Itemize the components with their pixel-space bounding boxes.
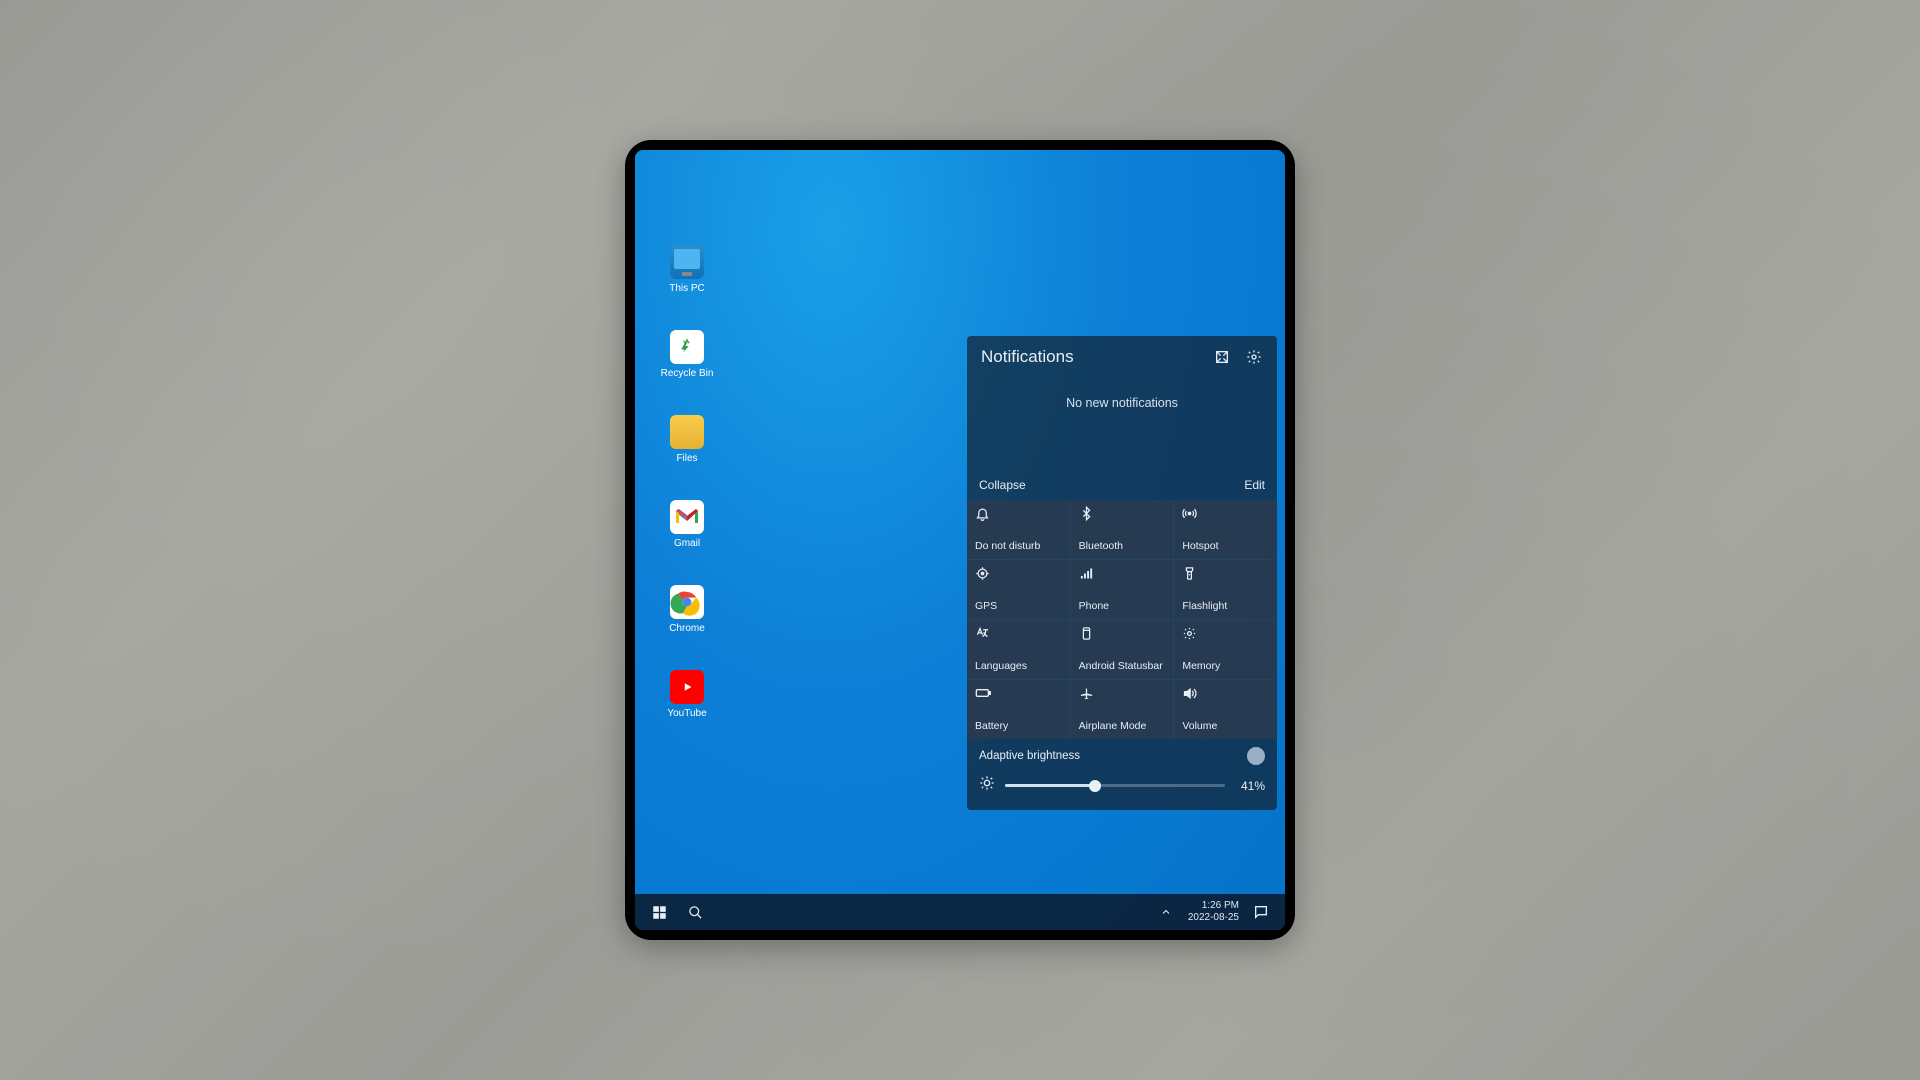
signal-icon bbox=[1079, 566, 1166, 584]
slider-thumb[interactable] bbox=[1089, 780, 1101, 792]
desktop-icon-this-pc[interactable]: This PC bbox=[669, 245, 705, 294]
youtube-icon bbox=[670, 670, 704, 704]
bluetooth-icon bbox=[1079, 506, 1166, 524]
panel-title: Notifications bbox=[981, 347, 1201, 367]
tray-chevron-up-icon[interactable] bbox=[1148, 894, 1184, 930]
taskbar-date: 2022-08-25 bbox=[1188, 912, 1239, 924]
airplane-icon bbox=[1079, 686, 1166, 704]
desktop-icon-label: Files bbox=[676, 453, 697, 464]
chrome-icon bbox=[670, 585, 704, 619]
tile-label: Languages bbox=[975, 661, 1062, 673]
expand-icon[interactable] bbox=[1211, 346, 1233, 368]
tile-label: Volume bbox=[1182, 721, 1269, 733]
tile-volume[interactable]: Volume bbox=[1174, 680, 1277, 739]
tile-label: Hotspot bbox=[1182, 541, 1269, 553]
search-button[interactable] bbox=[677, 894, 713, 930]
desktop-icon-chrome[interactable]: Chrome bbox=[669, 585, 705, 634]
tile-flashlight[interactable]: Flashlight bbox=[1174, 560, 1277, 619]
tile-label: Battery bbox=[975, 721, 1062, 733]
battery-icon bbox=[975, 686, 1062, 704]
tile-gps[interactable]: GPS bbox=[967, 560, 1070, 619]
taskbar: 1:26 PM 2022-08-25 bbox=[635, 894, 1285, 930]
desktop-icons: This PC Recycle Bin Files bbox=[657, 245, 717, 719]
tile-label: Android Statusbar bbox=[1079, 661, 1166, 673]
action-center-button[interactable] bbox=[1243, 894, 1279, 930]
flashlight-icon bbox=[1182, 566, 1269, 584]
tile-do-not-disturb[interactable]: Do not disturb bbox=[967, 500, 1070, 559]
statusbar-icon bbox=[1079, 626, 1166, 644]
tile-label: Bluetooth bbox=[1079, 541, 1166, 553]
recycle-icon bbox=[670, 330, 704, 364]
tile-label: GPS bbox=[975, 601, 1062, 613]
desktop-icon-label: This PC bbox=[669, 283, 705, 294]
desktop-icon-label: Gmail bbox=[674, 538, 700, 549]
action-center-panel: Notifications No new notifications Colla… bbox=[967, 336, 1277, 810]
panel-action-bar: Collapse Edit bbox=[967, 470, 1277, 500]
tile-label: Phone bbox=[1079, 601, 1166, 613]
tile-battery[interactable]: Battery bbox=[967, 680, 1070, 739]
tile-android-statusbar[interactable]: Android Statusbar bbox=[1071, 620, 1174, 679]
language-icon bbox=[975, 626, 1062, 644]
screen: This PC Recycle Bin Files bbox=[635, 150, 1285, 930]
desktop-icon-recycle-bin[interactable]: Recycle Bin bbox=[661, 330, 714, 379]
tile-hotspot[interactable]: Hotspot bbox=[1174, 500, 1277, 559]
gear-icon bbox=[1182, 626, 1269, 644]
adaptive-brightness-row[interactable]: Adaptive brightness bbox=[967, 739, 1277, 769]
desktop-icon-label: Chrome bbox=[669, 623, 705, 634]
tile-airplane-mode[interactable]: Airplane Mode bbox=[1071, 680, 1174, 739]
hotspot-icon bbox=[1182, 506, 1269, 524]
gps-icon bbox=[975, 566, 1062, 584]
brightness-icon bbox=[979, 775, 995, 796]
taskbar-time: 1:26 PM bbox=[1188, 900, 1239, 912]
taskbar-clock[interactable]: 1:26 PM 2022-08-25 bbox=[1184, 900, 1243, 924]
folder-icon bbox=[670, 415, 704, 449]
tile-bluetooth[interactable]: Bluetooth bbox=[1071, 500, 1174, 559]
adaptive-brightness-label: Adaptive brightness bbox=[979, 750, 1080, 762]
desktop-icon-youtube[interactable]: YouTube bbox=[667, 670, 706, 719]
desktop-icon-gmail[interactable]: Gmail bbox=[670, 500, 704, 549]
bell-icon bbox=[975, 506, 1062, 524]
panel-header: Notifications bbox=[967, 336, 1277, 378]
tile-languages[interactable]: Languages bbox=[967, 620, 1070, 679]
tile-memory[interactable]: Memory bbox=[1174, 620, 1277, 679]
start-button[interactable] bbox=[641, 894, 677, 930]
brightness-slider-row: 41% bbox=[967, 769, 1277, 810]
tile-label: Airplane Mode bbox=[1079, 721, 1166, 733]
tile-label: Flashlight bbox=[1182, 601, 1269, 613]
desktop-icon-label: YouTube bbox=[667, 708, 706, 719]
gmail-icon bbox=[670, 500, 704, 534]
collapse-button[interactable]: Collapse bbox=[979, 478, 1026, 492]
no-notifications-text: No new notifications bbox=[967, 378, 1277, 470]
tile-label: Memory bbox=[1182, 661, 1269, 673]
brightness-percent: 41% bbox=[1235, 779, 1265, 793]
brightness-slider[interactable] bbox=[1005, 784, 1225, 787]
slider-fill bbox=[1005, 784, 1095, 787]
monitor-icon bbox=[670, 245, 704, 279]
settings-icon[interactable] bbox=[1243, 346, 1265, 368]
edit-button[interactable]: Edit bbox=[1244, 478, 1265, 492]
volume-icon bbox=[1182, 686, 1269, 704]
desktop-icon-files[interactable]: Files bbox=[670, 415, 704, 464]
device-frame: This PC Recycle Bin Files bbox=[625, 140, 1295, 940]
quick-tiles-grid: Do not disturb Bluetooth Hotspot GPS Pho… bbox=[967, 500, 1277, 739]
desktop-icon-label: Recycle Bin bbox=[661, 368, 714, 379]
tile-phone[interactable]: Phone bbox=[1071, 560, 1174, 619]
adaptive-brightness-toggle[interactable] bbox=[1247, 747, 1265, 765]
tile-label: Do not disturb bbox=[975, 541, 1062, 553]
